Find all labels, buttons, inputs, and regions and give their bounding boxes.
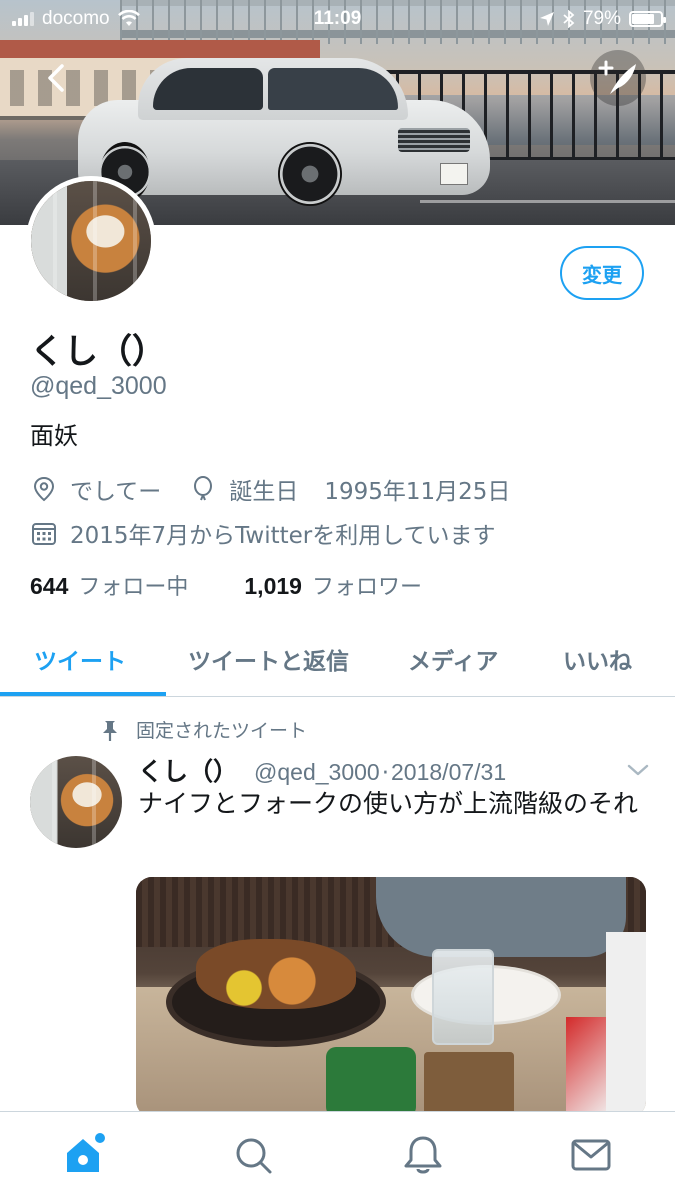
nav-messages-button[interactable] (568, 1132, 614, 1178)
battery-icon (629, 11, 666, 27)
status-bar: docomo 11:09 79% (0, 0, 675, 40)
followers-link[interactable]: 1,019 フォロワー (244, 569, 422, 601)
tweet-text: ナイフとフォークの使い方が上流階級のそれ (138, 789, 639, 818)
profile-handle: @qed_3000 (30, 372, 167, 400)
back-button[interactable] (38, 58, 78, 98)
tab-tweets-and-replies[interactable]: ツイートと返信 (188, 642, 349, 676)
profile-avatar[interactable] (26, 176, 156, 306)
following-label: フォロー中 (78, 575, 189, 600)
profile-tabs: ツイート ツイートと返信 メディア いいね (0, 622, 675, 697)
followers-count: 1,019 (244, 573, 302, 599)
tab-likes[interactable]: いいね (563, 642, 632, 676)
notifications-bell-icon (404, 1136, 442, 1174)
pinned-text: 固定されたツイート (136, 720, 308, 742)
profile-birthday: 1995年11月25日 (324, 479, 511, 505)
tweet-header: くし（） @qed_3000 · 2018/07/31 (138, 752, 506, 788)
avatar-shiba-dog-image (31, 181, 151, 301)
tab-tweets[interactable]: ツイート (34, 642, 126, 676)
messages-envelope-icon (571, 1139, 611, 1171)
chevron-down-icon (627, 764, 649, 776)
pinned-tweet-label: 固定されたツイート (98, 716, 307, 743)
following-count: 644 (30, 573, 69, 599)
home-icon (67, 1133, 105, 1172)
tweet-date[interactable]: 2018/07/31 (391, 759, 506, 786)
calendar-icon (30, 519, 58, 547)
following-link[interactable]: 644 フォロー中 (30, 569, 188, 601)
tweet-options-button[interactable] (624, 756, 652, 784)
followers-label: フォロワー (311, 575, 422, 600)
profile-meta-joined: 2015年7月からTwitterを利用しています (30, 516, 496, 550)
profile-joined-date: 2015年7月からTwitterを利用しています (70, 523, 496, 549)
profile-location: でしてー (70, 479, 162, 505)
battery-fill (632, 14, 655, 24)
birthday-balloon-icon (189, 475, 217, 503)
profile-bio: 面妖 (30, 422, 78, 450)
chevron-left-icon (48, 64, 64, 92)
bluetooth-icon (563, 10, 575, 28)
bottom-tab-bar (0, 1111, 675, 1200)
tab-media[interactable]: メディア (408, 642, 498, 676)
profile-display-name: くし（） (30, 332, 166, 372)
nav-search-button[interactable] (230, 1132, 276, 1178)
profile-meta-location-birthday: でしてー 誕生日 1995年11月25日 (30, 472, 510, 506)
tweet-media-image[interactable] (136, 877, 646, 1117)
active-tab-indicator (0, 692, 166, 696)
nav-home-button[interactable] (62, 1132, 108, 1178)
battery-percent: 79% (582, 8, 621, 29)
tweet-author-avatar[interactable] (30, 756, 122, 848)
add-tweet-feather-icon (598, 60, 636, 94)
location-pin-icon (30, 475, 58, 503)
tweet-author-name[interactable]: くし（） (138, 752, 238, 788)
tweet-separator: · (381, 760, 390, 786)
avatar-shiba-dog-image (30, 756, 122, 848)
follow-stats: 644 フォロー中 1,019 フォロワー (30, 569, 422, 601)
nav-notifications-button[interactable] (400, 1132, 446, 1178)
tweet-author-handle: @qed_3000 (254, 759, 380, 785)
pin-icon (103, 720, 117, 741)
edit-profile-button[interactable]: 変更 (560, 246, 644, 300)
search-icon (236, 1138, 272, 1174)
birthday-label: 誕生日 (229, 479, 299, 505)
location-arrow-icon (539, 12, 554, 26)
compose-tweet-button[interactable] (590, 50, 646, 106)
